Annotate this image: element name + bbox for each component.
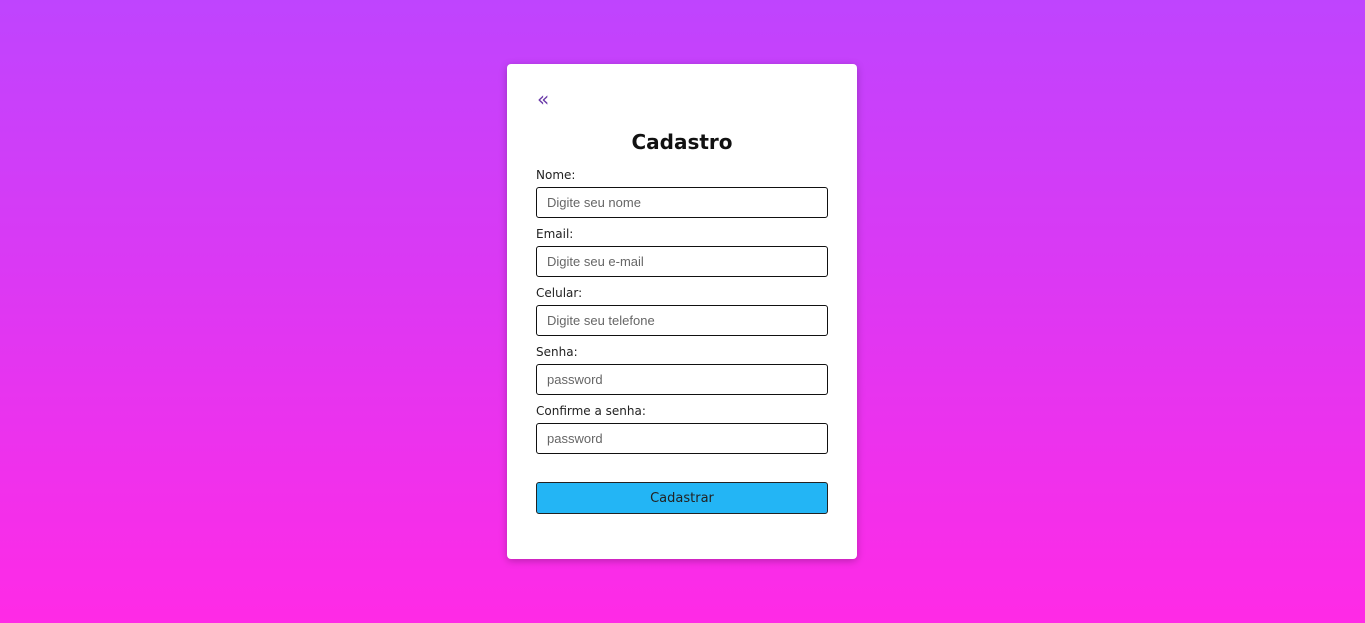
confirm-password-field-group: Confirme a senha: bbox=[536, 403, 828, 454]
password-field-group: Senha: bbox=[536, 344, 828, 395]
submit-button[interactable]: Cadastrar bbox=[536, 482, 828, 514]
signup-card: « Cadastro Nome: Email: Celular: Senha: … bbox=[507, 64, 857, 559]
phone-field-group: Celular: bbox=[536, 285, 828, 336]
back-icon[interactable]: « bbox=[537, 88, 549, 110]
page-title: Cadastro bbox=[631, 130, 733, 154]
password-input[interactable] bbox=[536, 364, 828, 395]
name-field-group: Nome: bbox=[536, 167, 828, 218]
name-label: Nome: bbox=[536, 168, 576, 182]
email-field-group: Email: bbox=[536, 226, 828, 277]
phone-label: Celular: bbox=[536, 286, 583, 300]
confirm-password-input[interactable] bbox=[536, 423, 828, 454]
name-input[interactable] bbox=[536, 187, 828, 218]
password-label: Senha: bbox=[536, 345, 578, 359]
confirm-password-label: Confirme a senha: bbox=[536, 404, 646, 418]
email-input[interactable] bbox=[536, 246, 828, 277]
phone-input[interactable] bbox=[536, 305, 828, 336]
email-label: Email: bbox=[536, 227, 574, 241]
